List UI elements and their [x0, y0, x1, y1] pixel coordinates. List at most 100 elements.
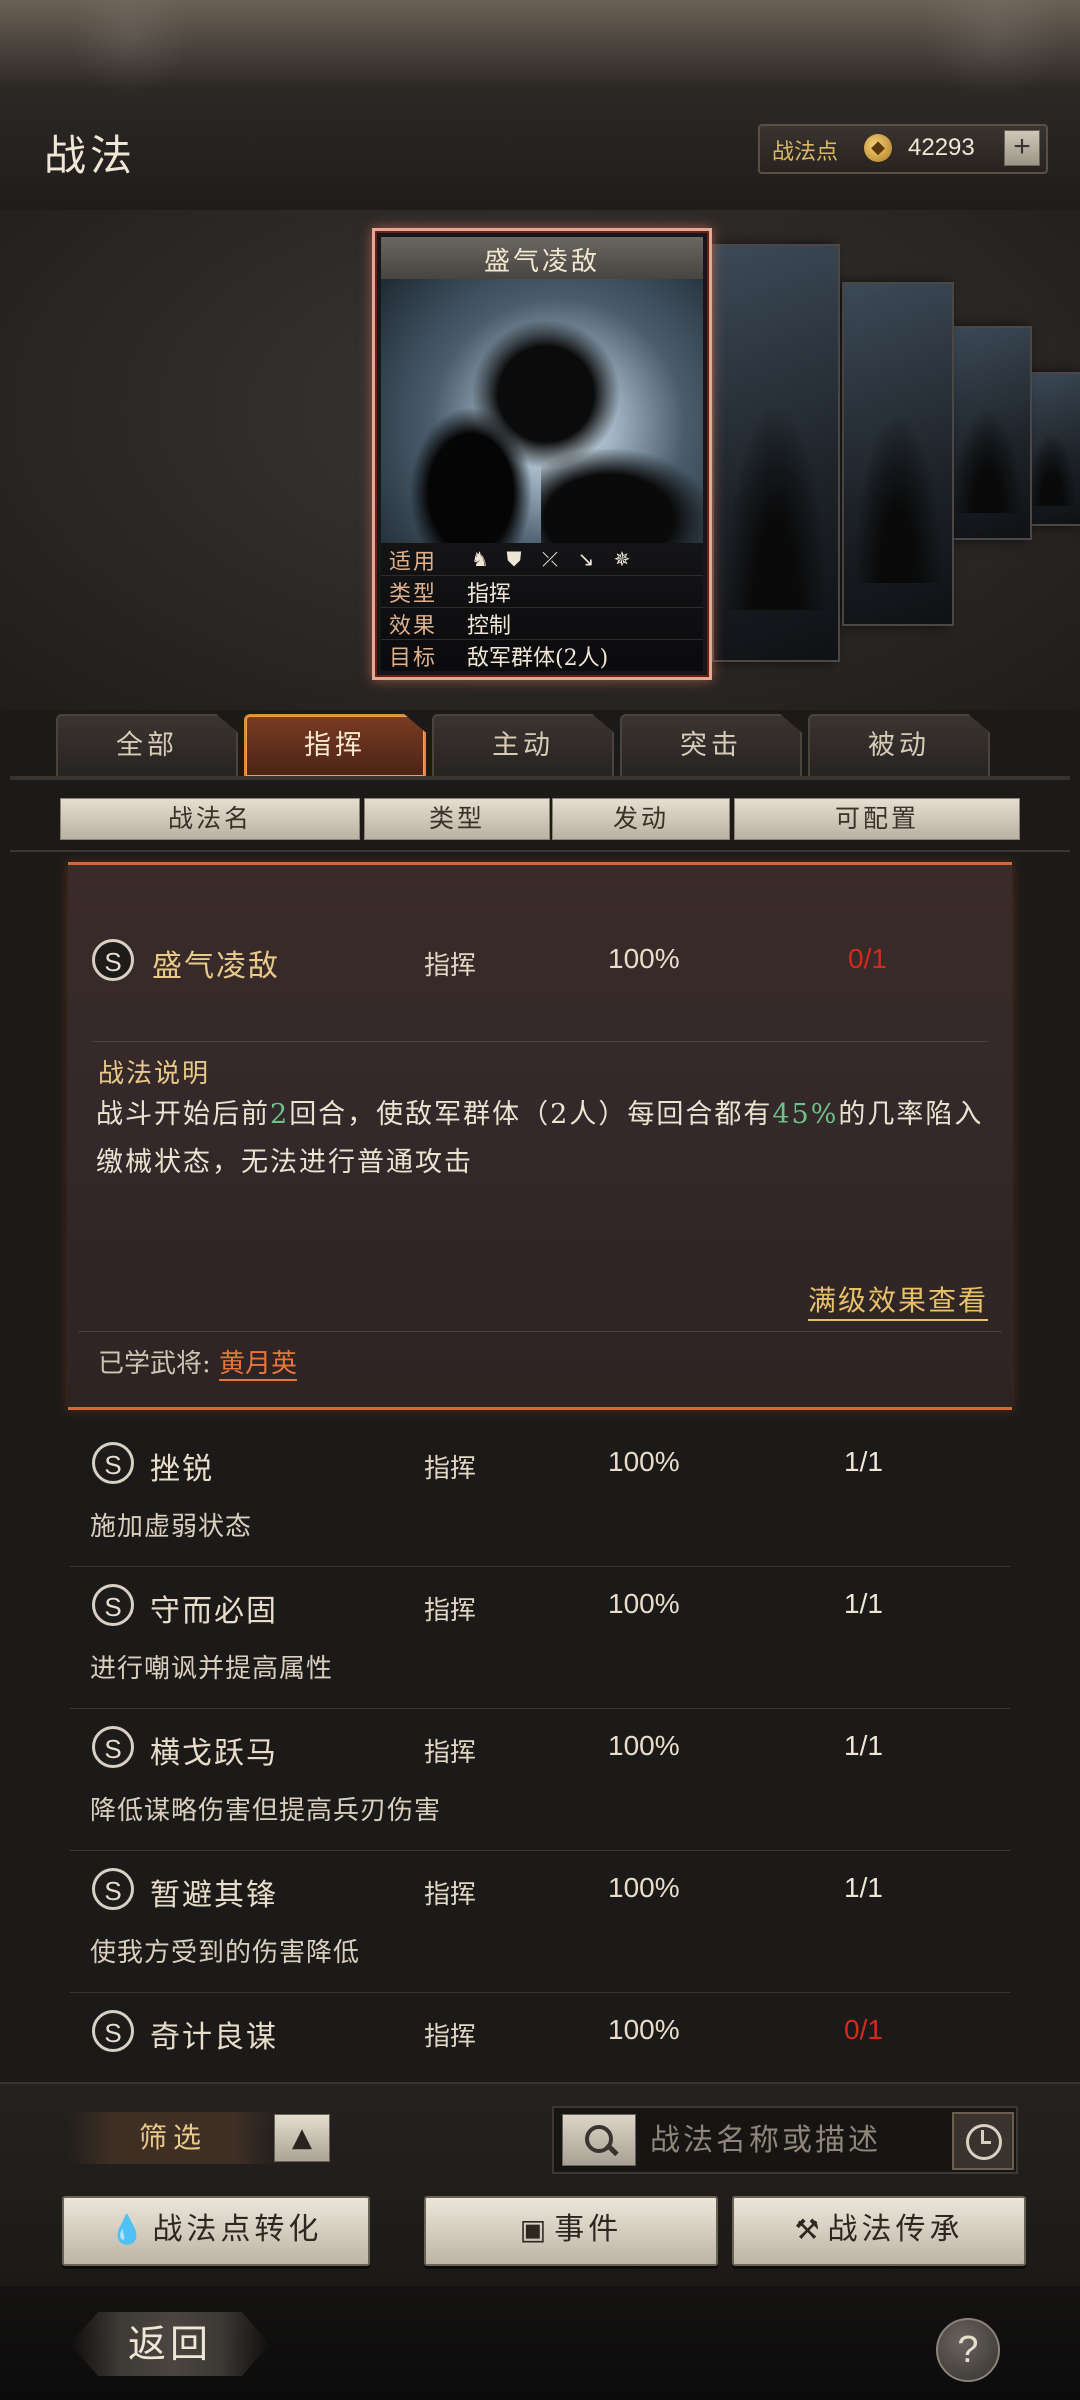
- grade-s-icon: S: [92, 1868, 134, 1910]
- divider: [92, 1041, 988, 1042]
- convert-points-label: 战法点转化: [152, 2212, 323, 2247]
- tactic-name: 守而必固: [150, 1594, 278, 1629]
- header-separator: [10, 850, 1070, 852]
- card-stat-key: 效果: [389, 614, 438, 639]
- card-stat-key: 目标: [389, 646, 438, 671]
- hammer-icon: ⚒: [794, 2213, 824, 2246]
- card-preview-2[interactable]: [712, 244, 840, 662]
- card-art-soldier: [411, 409, 531, 543]
- card-title: 盛气凌敌: [483, 247, 600, 277]
- card-stats: 适用 ♞ ⛊ ⤫ ↘ ✵ 类型 指挥 效果 控制 目标 敌军群体(2人): [381, 543, 703, 671]
- tactic-name: 暂避其锋: [150, 1878, 278, 1913]
- learned-generals: 已学武将: 黄月英: [98, 1343, 298, 1381]
- shield-icon: ⛊: [506, 547, 522, 571]
- tactic-config-count: 1/1: [844, 1872, 883, 1903]
- tactic-trigger-rate: 100%: [608, 1446, 680, 1477]
- grade-s-icon: S: [92, 939, 134, 981]
- tactic-type: 指挥: [424, 1596, 477, 1626]
- selected-tactic-card[interactable]: 盛气凌敌 适用 ♞ ⛊ ⤫ ↘ ✵ 类型 指挥 效果 控制 目标 敌军群体(2人…: [372, 228, 712, 680]
- tactic-row[interactable]: S 挫锐 指挥 100% 1/1 施加虚弱状态: [70, 1426, 1010, 1567]
- inherit-tactic-label: 战法传承: [827, 2212, 964, 2247]
- drop-icon: 💧: [109, 2213, 149, 2246]
- grade-s-icon: S: [92, 1442, 134, 1484]
- card-preview-3[interactable]: [842, 282, 954, 626]
- tactic-name: 挫锐: [150, 1452, 214, 1487]
- card-stat-value: 控制: [467, 614, 512, 639]
- event-label: 事件: [554, 2212, 623, 2247]
- tactic-type: 指挥: [424, 1880, 477, 1910]
- add-points-button[interactable]: +: [1004, 130, 1040, 166]
- card-stat-key: 类型: [389, 582, 438, 607]
- filter-toggle-up-icon[interactable]: ▲: [274, 2114, 330, 2162]
- expanded-tactic-row[interactable]: S 盛气凌敌 指挥 100% 0/1 战法说明 战斗开始后前2回合，使敌军群体（…: [68, 862, 1012, 1410]
- tactic-trigger-rate: 100%: [608, 1872, 680, 1903]
- card-stat-row-type: 类型 指挥: [381, 575, 703, 608]
- learned-label: 已学武将:: [98, 1349, 211, 1379]
- tab-passive[interactable]: 被动: [808, 714, 990, 776]
- card-stat-row-effect: 效果 控制: [381, 607, 703, 640]
- tactic-short-desc: 进行嘲讽并提高属性: [90, 1654, 334, 1684]
- tactic-trigger-rate: 100%: [608, 2014, 680, 2045]
- tactic-row[interactable]: S 守而必固 指挥 100% 1/1 进行嘲讽并提高属性: [70, 1568, 1010, 1709]
- tactic-short-desc: 施加虚弱状态: [90, 1512, 253, 1542]
- column-header-trigger[interactable]: 发动: [552, 798, 730, 840]
- tab-all[interactable]: 全部: [56, 714, 238, 776]
- bow-icon: ⤫: [542, 547, 558, 571]
- card-stat-row-target: 目标 敌军群体(2人): [381, 639, 703, 671]
- tactic-points-label: 战法点: [772, 140, 839, 165]
- tactic-name: 横戈跃马: [150, 1736, 278, 1771]
- description-highlight-chance: 45%: [772, 1099, 839, 1130]
- search-input[interactable]: [648, 2116, 942, 2164]
- card-stat-value: 敌军群体(2人): [467, 646, 609, 671]
- column-header-type[interactable]: 类型: [364, 798, 550, 840]
- tactic-type: 指挥: [424, 2022, 477, 2052]
- filter-button[interactable]: 筛选: [68, 2112, 278, 2164]
- tactic-short-desc: 使我方受到的伤害降低: [90, 1938, 361, 1968]
- convert-points-button[interactable]: 💧 战法点转化: [62, 2196, 370, 2266]
- tab-underline: [10, 776, 1070, 780]
- tactic-name: 盛气凌敌: [152, 949, 280, 984]
- tactic-config-count: 1/1: [844, 1588, 883, 1619]
- help-icon[interactable]: ?: [936, 2318, 1000, 2382]
- search-box: [552, 2106, 1018, 2174]
- card-art-troops: [541, 449, 703, 543]
- tab-command[interactable]: 指挥: [244, 714, 426, 776]
- card-title-bar: 盛气凌敌: [381, 237, 703, 280]
- column-header-config[interactable]: 可配置: [734, 798, 1020, 840]
- tactic-row[interactable]: S 奇计良谋 指挥 100% 0/1: [70, 1994, 1010, 2080]
- category-tabs: 全部 指挥 主动 突击 被动: [0, 708, 1080, 778]
- tactic-config-count: 1/1: [844, 1446, 883, 1477]
- back-button[interactable]: 返回: [70, 2312, 270, 2376]
- tactic-type: 指挥: [424, 1738, 477, 1768]
- card-preview-4[interactable]: [944, 326, 1032, 540]
- search-icon[interactable]: [562, 2114, 636, 2166]
- description-text: 战斗开始后前2回合，使敌军群体（2人）每回合都有45%的几率陷入缴械状态，无法进…: [96, 1091, 996, 1187]
- grade-s-icon: S: [92, 1726, 134, 1768]
- tactic-row[interactable]: S 暂避其锋 指挥 100% 1/1 使我方受到的伤害降低: [70, 1852, 1010, 1993]
- tactic-points-panel: 战法点 ◆ 42293 +: [758, 124, 1048, 174]
- tactic-config-count: 1/1: [844, 1730, 883, 1761]
- event-ticket-icon: ▣: [519, 2213, 551, 2246]
- learned-general-link[interactable]: 黄月英: [219, 1349, 298, 1381]
- column-header-name[interactable]: 战法名: [60, 798, 360, 840]
- tab-active[interactable]: 主动: [432, 714, 614, 776]
- card-stat-row-applicable: 适用 ♞ ⛊ ⤫ ↘ ✵: [381, 543, 703, 576]
- top-decor-band: [0, 0, 1080, 92]
- card-stat-key: 适用: [389, 550, 438, 575]
- event-button[interactable]: ▣ 事件: [424, 2196, 718, 2266]
- card-artwork: [381, 279, 703, 543]
- tactic-name: 奇计良谋: [150, 2020, 278, 2055]
- description-title: 战法说明: [98, 1059, 211, 1089]
- inherit-tactic-button[interactable]: ⚒ 战法传承: [732, 2196, 1026, 2266]
- tactic-config-count: 0/1: [848, 943, 887, 974]
- full-level-effect-link[interactable]: 满级效果查看: [807, 1279, 988, 1321]
- page-title: 战法: [44, 131, 137, 180]
- tab-assault[interactable]: 突击: [620, 714, 802, 776]
- divider: [78, 1331, 1002, 1332]
- history-clock-icon[interactable]: [952, 2112, 1014, 2170]
- tactic-points-icon: ◆: [864, 134, 892, 162]
- grade-s-icon: S: [92, 1584, 134, 1626]
- description-part: 回合，使敌军群体（2人）每回合都有: [289, 1099, 773, 1130]
- cavalry-icon: ♞: [471, 547, 489, 571]
- tactic-row[interactable]: S 横戈跃马 指挥 100% 1/1 降低谋略伤害但提高兵刃伤害: [70, 1710, 1010, 1851]
